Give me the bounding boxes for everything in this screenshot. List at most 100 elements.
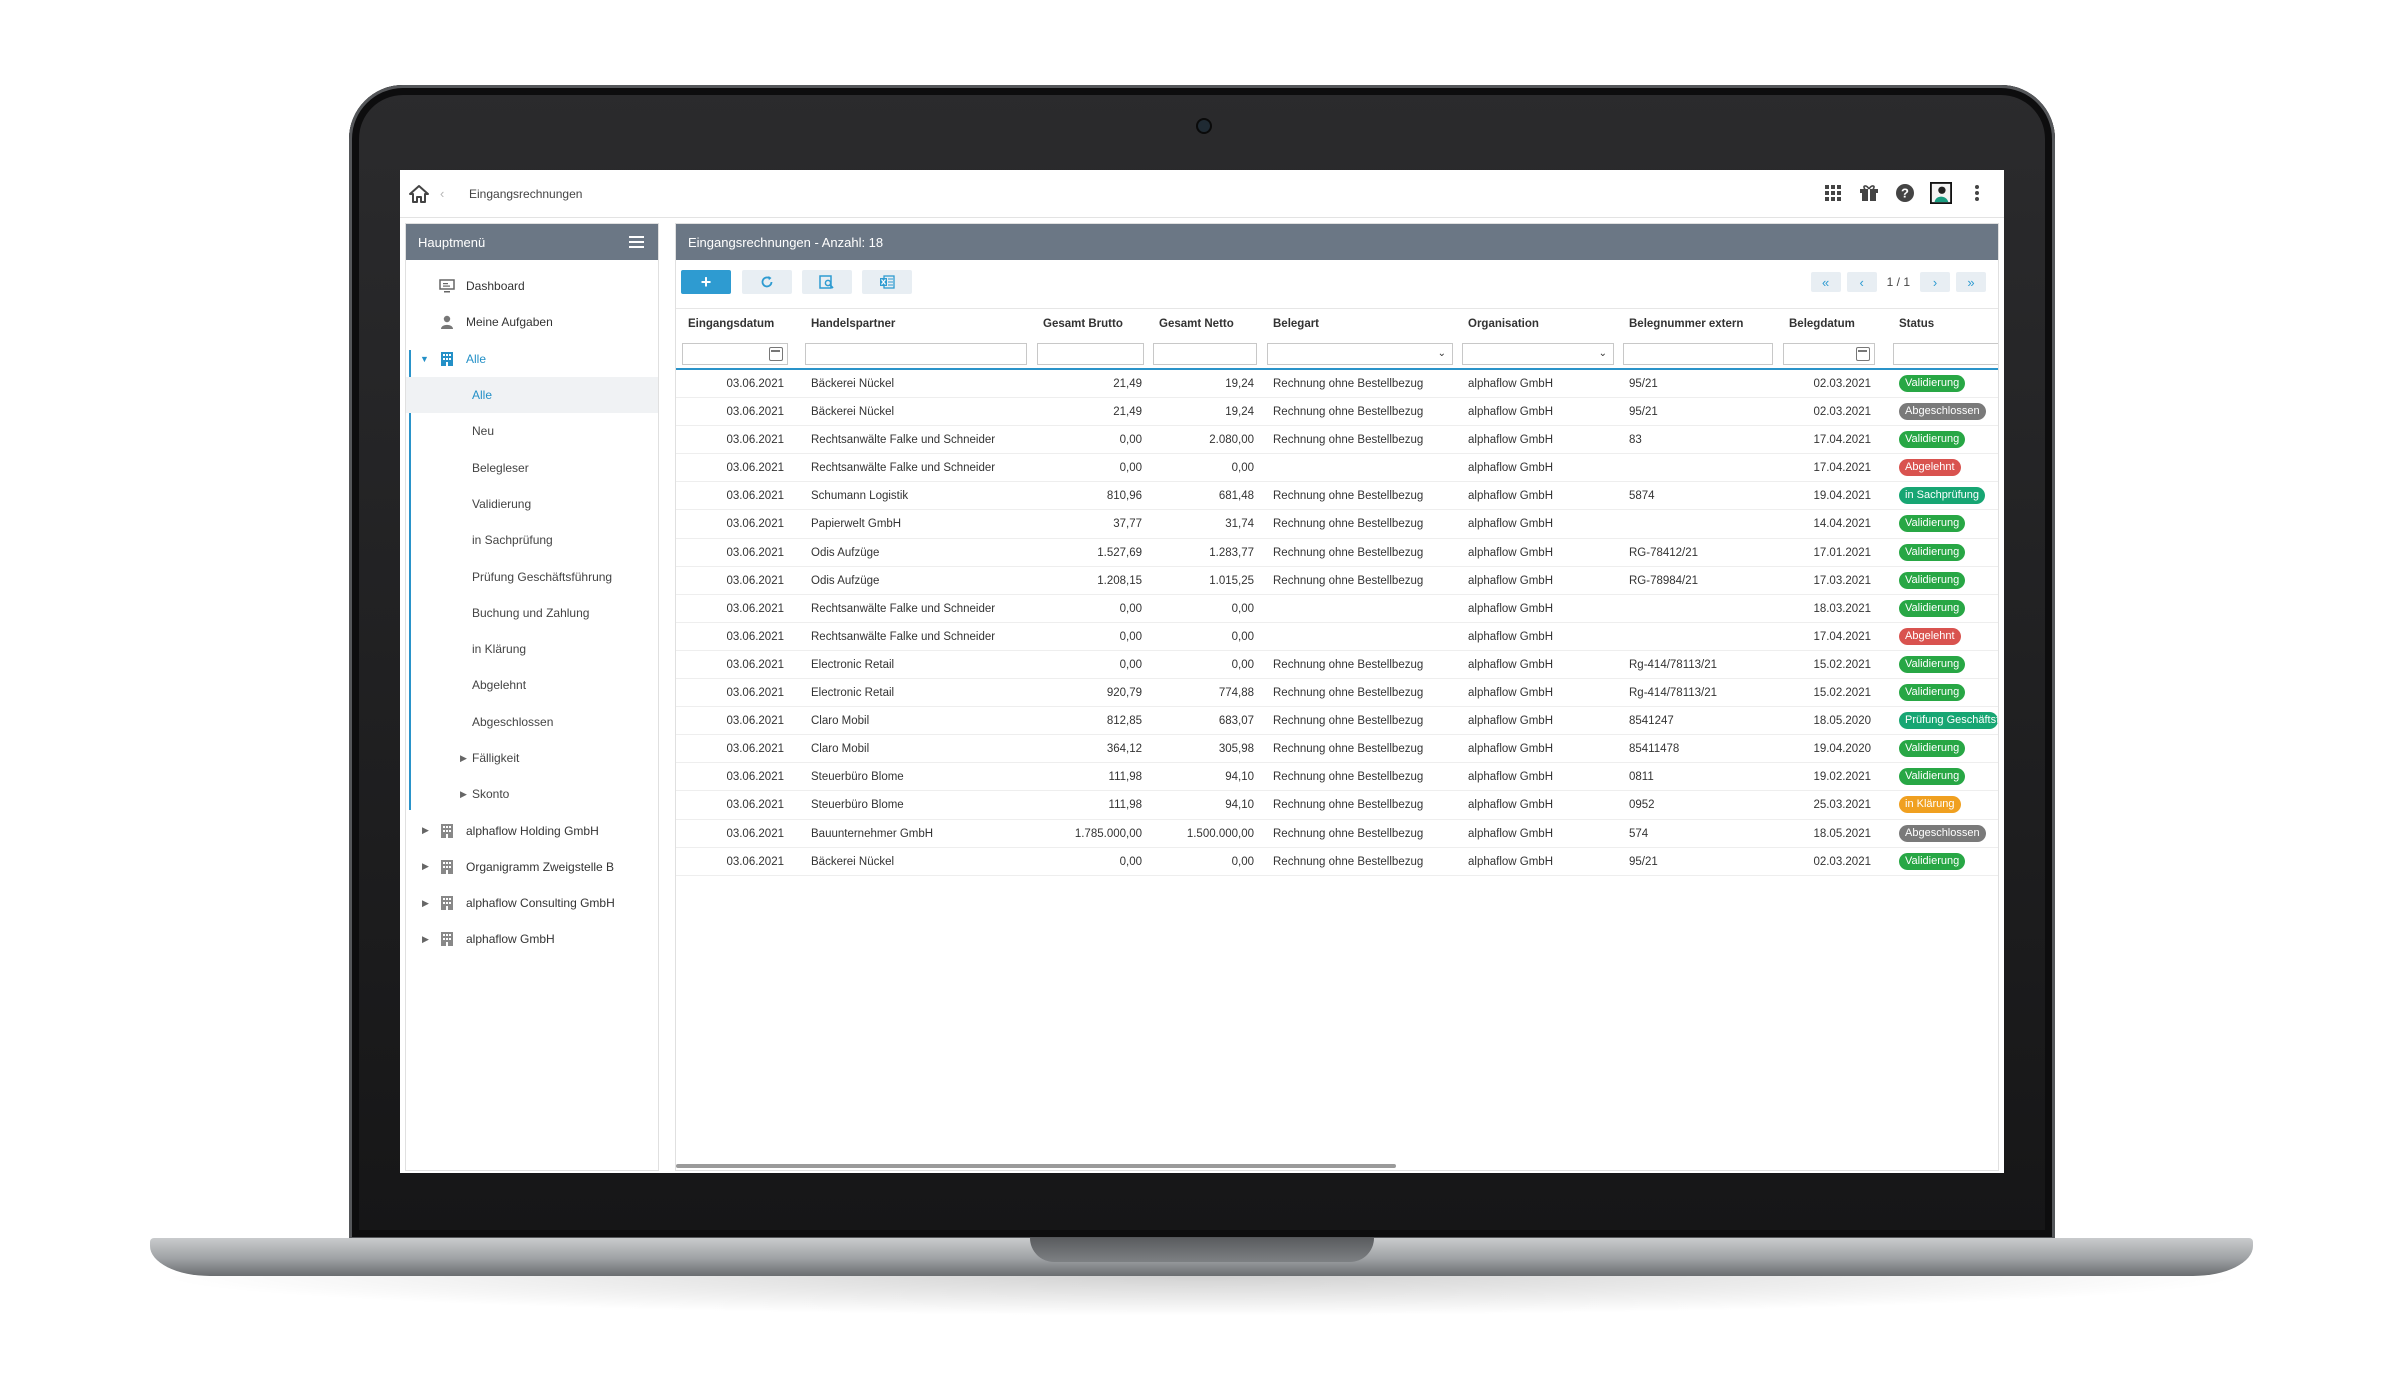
last-page-button[interactable]: »: [1956, 272, 1986, 292]
cell-eingang: 03.06.2021: [726, 462, 784, 475]
table-row[interactable]: 03.06.2021 Bäckerei Nückel 21,49 19,24 Rechn…: [676, 370, 1998, 399]
sidebar-item-abgelehnt[interactable]: Abgelehnt: [406, 667, 658, 703]
caret-down-icon[interactable]: ▼: [420, 354, 429, 364]
user-avatar[interactable]: [1930, 182, 1952, 204]
sidebar-item-alle[interactable]: Alle: [406, 376, 658, 414]
brutto-filter[interactable]: [1037, 343, 1144, 365]
status-badge: Abgeschlossen: [1899, 403, 1986, 421]
table-row[interactable]: 03.06.2021 Claro Mobil 364,12 305,98 Rechnun…: [676, 735, 1998, 764]
sidebar-item-faelligkeit[interactable]: ▶ Fälligkeit: [406, 740, 658, 776]
column-header-belegdatum[interactable]: Belegdatum: [1789, 318, 1855, 330]
calendar-icon[interactable]: [769, 347, 783, 361]
table-row[interactable]: 03.06.2021 Steuerbüro Blome 111,98 94,10 Rec…: [676, 763, 1998, 792]
table-row[interactable]: 03.06.2021 Odis Aufzüge 1.208,15 1.015,25 Re…: [676, 567, 1998, 595]
sidebar-item-belegleser[interactable]: Belegleser: [406, 449, 658, 485]
menu-icon[interactable]: [629, 236, 644, 248]
sidebar-item-org-zweigstelle[interactable]: ▶ Organigramm Zweigstelle B: [406, 849, 658, 885]
cell-datum: 17.01.2021: [1813, 546, 1871, 559]
breadcrumb[interactable]: Eingangsrechnungen: [469, 187, 582, 201]
table-row[interactable]: 03.06.2021 Claro Mobil 812,85 683,07 Rechnun…: [676, 707, 1998, 736]
table-row[interactable]: 03.06.2021 Rechtsanwälte Falke und Schnei…: [676, 595, 1998, 623]
caret-right-icon[interactable]: ▶: [422, 825, 429, 836]
sidebar-header: Hauptmenü: [406, 224, 658, 260]
table-row[interactable]: 03.06.2021 Rechtsanwälte Falke und Schnei…: [676, 623, 1998, 651]
refresh-button[interactable]: [742, 270, 792, 294]
horizontal-scrollbar[interactable]: [676, 1164, 1396, 1168]
main-panel: Eingangsrechnungen - Anzahl: 18 + « ‹ 1 …: [675, 223, 1999, 1171]
sidebar-item-in-sachpruefung[interactable]: in Sachprüfung: [406, 522, 658, 558]
sidebar-item-org-consulting[interactable]: ▶ alphaflow Consulting GmbH: [406, 885, 658, 921]
cell-belegart: Rechnung ohne Bestellbezug: [1273, 518, 1424, 531]
belegart-filter-select[interactable]: ⌄: [1267, 343, 1453, 365]
cell-partner: Rechtsanwälte Falke und Schneider: [811, 602, 996, 615]
sidebar-item-neu[interactable]: Neu: [406, 413, 658, 449]
sidebar-item-org-gmbh[interactable]: ▶ alphaflow GmbH: [406, 921, 658, 957]
table-row[interactable]: 03.06.2021 Rechtsanwälte Falke und Schnei…: [676, 454, 1998, 483]
home-icon[interactable]: [408, 184, 430, 204]
netto-filter[interactable]: [1153, 343, 1257, 365]
caret-right-icon[interactable]: ▶: [460, 753, 467, 764]
cell-datum: 02.03.2021: [1813, 378, 1871, 390]
table-row[interactable]: 03.06.2021 Electronic Retail 0,00 0,00 Rechn…: [676, 651, 1998, 680]
column-header-eingangsdatum[interactable]: Eingangsdatum: [688, 318, 774, 330]
table-row[interactable]: 03.06.2021 Electronic Retail 920,79 774,88 R…: [676, 679, 1998, 708]
column-header-handelspartner[interactable]: Handelspartner: [811, 318, 895, 330]
caret-right-icon[interactable]: ▶: [422, 861, 429, 872]
status-filter[interactable]: [1893, 343, 1998, 365]
table-row[interactable]: 03.06.2021 Steuerbüro Blome 111,98 94,10 Rec…: [676, 791, 1998, 820]
belegdatum-filter[interactable]: [1783, 343, 1875, 365]
column-header-gesamt-brutto[interactable]: Gesamt Brutto: [1043, 318, 1123, 330]
column-header-belegart[interactable]: Belegart: [1273, 318, 1319, 330]
table-row[interactable]: 03.06.2021 Odis Aufzüge 1.527,69 1.283,77 Re…: [676, 539, 1998, 567]
column-header-gesamt-netto[interactable]: Gesamt Netto: [1159, 318, 1234, 330]
caret-right-icon[interactable]: ▶: [422, 898, 429, 909]
cell-partner: Electronic Retail: [811, 658, 895, 671]
sidebar-item-buchung[interactable]: Buchung und Zahlung: [406, 595, 658, 631]
sidebar-item-abgeschlossen[interactable]: Abgeschlossen: [406, 704, 658, 740]
next-page-button[interactable]: ›: [1920, 272, 1950, 292]
column-header-organisation[interactable]: Organisation: [1468, 318, 1539, 330]
belegnummer-filter[interactable]: [1623, 343, 1773, 365]
caret-right-icon[interactable]: ▶: [422, 934, 429, 945]
cell-nr: 8541247: [1629, 715, 1674, 728]
sidebar-item-in-klaerung[interactable]: in Klärung: [406, 631, 658, 667]
search-document-button[interactable]: [802, 270, 852, 294]
first-page-button[interactable]: «: [1810, 272, 1841, 292]
eingangsdatum-filter[interactable]: [682, 343, 788, 365]
building-icon: [441, 351, 453, 366]
cell-partner: Bauunternehmer GmbH: [811, 827, 934, 840]
calendar-icon[interactable]: [1856, 347, 1870, 361]
cell-eingang: 03.06.2021: [726, 434, 784, 447]
handelspartner-filter[interactable]: [805, 343, 1027, 365]
cell-eingang: 03.06.2021: [726, 406, 784, 419]
column-header-belegnummer[interactable]: Belegnummer extern: [1629, 318, 1743, 330]
cell-partner: Claro Mobil: [811, 743, 870, 756]
help-icon[interactable]: ?: [1894, 182, 1916, 204]
excel-export-button[interactable]: [862, 270, 912, 294]
table-row[interactable]: 03.06.2021 Schumann Logistik 810,96 681,48 R…: [676, 482, 1998, 511]
organisation-filter-select[interactable]: ⌄: [1462, 343, 1614, 365]
table-row[interactable]: 03.06.2021 Bauunternehmer GmbH 1.785.000,0…: [676, 820, 1998, 848]
building-icon: [441, 932, 453, 947]
gift-icon[interactable]: [1858, 182, 1880, 204]
sidebar-item-skonto[interactable]: ▶ Skonto: [406, 776, 658, 812]
sidebar-item-dashboard[interactable]: Dashboard: [406, 268, 658, 304]
sidebar-item-pruefung-gf[interactable]: Prüfung Geschäftsführung: [406, 558, 658, 594]
sidebar-item-alle-group[interactable]: ▼ Alle: [406, 341, 658, 377]
apps-grid-icon[interactable]: [1822, 182, 1844, 204]
table-row[interactable]: 03.06.2021 Bäckerei Nückel 0,00 0,00 Rechnun…: [676, 848, 1998, 876]
table-row[interactable]: 03.06.2021 Bäckerei Nückel 21,49 19,24 Rechn…: [676, 398, 1998, 427]
cell-netto: 305,98: [1218, 743, 1254, 756]
table-row[interactable]: 03.06.2021 Rechtsanwälte Falke und Schnei…: [676, 426, 1998, 455]
more-vertical-icon[interactable]: [1966, 182, 1988, 204]
cell-belegart: Rechnung ohne Bestellbezug: [1273, 434, 1424, 447]
prev-page-button[interactable]: ‹: [1846, 272, 1877, 292]
sidebar-item-org-holding[interactable]: ▶ alphaflow Holding GmbH: [406, 812, 658, 848]
table-row[interactable]: 03.06.2021 Papierwelt GmbH 37,77 31,74 Rechn…: [676, 510, 1998, 539]
column-header-status[interactable]: Status: [1899, 318, 1934, 330]
add-button[interactable]: +: [681, 270, 731, 294]
caret-right-icon[interactable]: ▶: [460, 789, 467, 800]
sidebar-item-validierung[interactable]: Validierung: [406, 486, 658, 522]
sidebar-item-meine-aufgaben[interactable]: Meine Aufgaben: [406, 304, 658, 340]
cell-partner: Steuerbüro Blome: [811, 799, 904, 812]
